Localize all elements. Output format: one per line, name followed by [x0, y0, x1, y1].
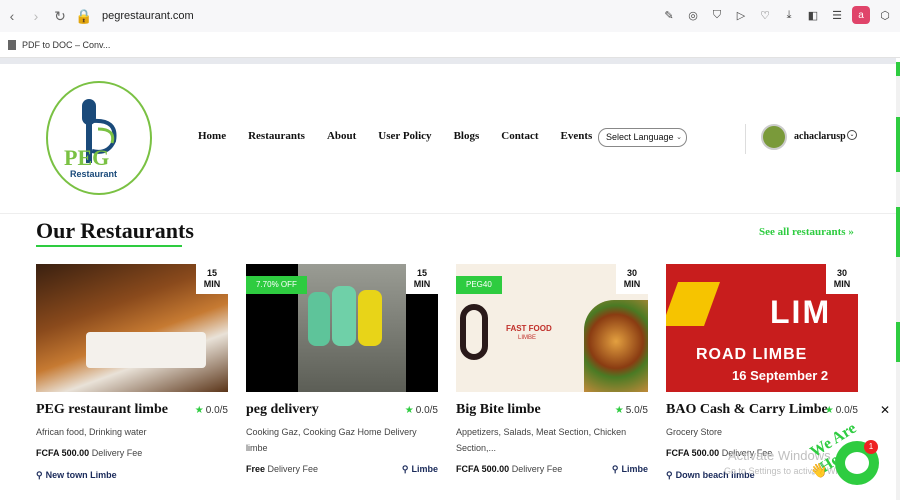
image-subtitle: LIMBE [518, 335, 537, 341]
bookmark-item[interactable]: PDF to DOC – Conv... [22, 40, 110, 50]
nav-restaurants[interactable]: Restaurants [248, 130, 305, 142]
restaurant-name[interactable]: peg delivery [246, 402, 319, 418]
play-icon[interactable]: ▷ [732, 6, 750, 24]
back-icon[interactable]: ‹ [0, 4, 24, 28]
gas-bottle [308, 292, 330, 346]
camera-icon[interactable]: ◎ [684, 6, 702, 24]
nav-home[interactable]: Home [198, 130, 226, 142]
rating: ★ 0.0/5 [404, 405, 438, 416]
cuisine-list: African food, Drinking water [36, 427, 147, 437]
chevron-down-icon[interactable]: ⌄ [847, 130, 857, 140]
restaurant-image[interactable]: LIM ROAD LIMBE 16 September 2 30 MIN [666, 264, 858, 392]
restaurant-name[interactable]: PEG restaurant limbe [36, 402, 168, 418]
delivery-fee: FCFA 500.00 Delivery Fee [36, 448, 143, 458]
image-date: 16 September 2 [732, 368, 829, 383]
delivery-time: 15 MIN [196, 264, 228, 294]
site-header: PEG Restaurant Home Restaurants About Us… [0, 64, 896, 214]
language-select[interactable]: Select Language ⌄ [598, 128, 687, 147]
restaurant-card[interactable]: FAST FOOD LIMBE PEG40 30 MIN Big Bite lim… [456, 264, 648, 474]
promo-badge: PEG40 [456, 276, 502, 294]
rating: ★ 0.0/5 [194, 405, 228, 416]
forward-icon[interactable]: › [24, 4, 48, 28]
nav-about[interactable]: About [327, 130, 356, 142]
title-underline [36, 245, 182, 247]
see-all-restaurants-link[interactable]: See all restaurants » [759, 226, 854, 238]
star-icon: ★ [614, 405, 624, 416]
logo-text: PEG [64, 145, 110, 170]
yellow-shape [666, 282, 721, 326]
nav-events[interactable]: Events [561, 130, 593, 142]
burger-photo [584, 300, 648, 392]
restaurant-image[interactable]: 15 MIN [36, 264, 228, 392]
chat-count-badge: 1 [864, 440, 878, 454]
double-chevron-right-icon: » [848, 226, 854, 238]
brand-mark [460, 304, 488, 360]
star-icon: ★ [404, 405, 414, 416]
chevron-down-icon: ⌄ [676, 134, 682, 141]
location-pin-icon: ⚲ [611, 464, 619, 474]
username[interactable]: achaclarusp [794, 131, 846, 142]
user-avatar[interactable] [761, 124, 787, 150]
divider [745, 124, 746, 154]
delivery-time: 30 MIN [616, 264, 648, 294]
restaurant-name[interactable]: Big Bite limbe [456, 402, 541, 418]
restaurant-image[interactable]: 7.70% OFF 15 MIN [246, 264, 438, 392]
reload-icon[interactable]: ↻ [48, 4, 72, 28]
document-icon [8, 39, 16, 50]
delivery-fee: Free Delivery Fee [246, 464, 319, 474]
extensions-icon[interactable]: ⬡ [876, 6, 894, 24]
delivery-time: 15 MIN [406, 264, 438, 294]
rating: ★ 5.0/5 [614, 405, 648, 416]
main-navigation: Home Restaurants About User Policy Blogs… [198, 130, 614, 142]
delivery-fee: FCFA 500.00 Delivery Fee [456, 464, 563, 474]
image-title: LIM [770, 294, 832, 330]
star-icon: ★ [194, 405, 204, 416]
star-icon: ★ [824, 405, 834, 416]
waving-hand-icon: 👋 [810, 462, 828, 478]
nav-user-policy[interactable]: User Policy [378, 130, 431, 142]
gas-bottle [358, 290, 382, 346]
language-select-value: Select Language [606, 132, 674, 142]
discount-badge: 7.70% OFF [246, 276, 307, 294]
bookmarks-bar: PDF to DOC – Conv... [0, 32, 900, 58]
menu-icon[interactable]: ☰ [828, 6, 846, 24]
browser-toolbar: ‹ › ↻ 🔒 pegrestaurant.com ✎ ◎ ⛉ ▷ ♡ ⤓ ◧ … [0, 0, 900, 32]
location-pin-icon: ⚲ [36, 470, 43, 480]
rating: ★ 0.0/5 [824, 405, 858, 416]
restaurant-name[interactable]: BAO Cash & Carry Limbe [666, 402, 828, 418]
location[interactable]: ⚲ Limbe [402, 464, 438, 475]
section-title: Our Restaurants [36, 218, 194, 243]
restaurant-card[interactable]: LIM ROAD LIMBE 16 September 2 30 MIN BAO … [666, 264, 858, 480]
location[interactable]: ⚲ Limbe [612, 464, 648, 475]
logo-subtitle: Restaurant [70, 169, 118, 179]
delivery-time: 30 MIN [826, 264, 858, 294]
profile-avatar[interactable]: a [852, 6, 870, 24]
plate [86, 332, 206, 368]
heart-icon[interactable]: ♡ [756, 6, 774, 24]
shield-icon[interactable]: ⛉ [708, 6, 726, 24]
chat-bubble-icon [845, 452, 869, 474]
nav-blogs[interactable]: Blogs [454, 130, 480, 142]
gas-bottle [332, 286, 356, 346]
scrollbar[interactable] [896, 62, 900, 500]
battery-icon[interactable]: ◧ [804, 6, 822, 24]
restaurant-card[interactable]: 7.70% OFF 15 MIN peg delivery ★ 0.0/5 Cook… [246, 264, 438, 474]
edit-icon[interactable]: ✎ [660, 6, 678, 24]
site-logo[interactable]: PEG Restaurant [46, 81, 152, 195]
cuisine-list: Appetizers, Salads, Meat Section, Chicke… [456, 427, 627, 453]
image-line: ROAD LIMBE [696, 346, 808, 363]
location-pin-icon: ⚲ [401, 464, 409, 474]
restaurant-image[interactable]: FAST FOOD LIMBE PEG40 30 MIN [456, 264, 648, 392]
location[interactable]: ⚲ New town Limbe [36, 470, 117, 481]
see-all-label: See all restaurants [759, 226, 846, 238]
download-icon[interactable]: ⤓ [780, 6, 798, 24]
image-title: FAST FOOD [506, 324, 552, 333]
restaurant-card[interactable]: 15 MIN PEG restaurant limbe ★ 0.0/5 Africa… [36, 264, 228, 480]
nav-contact[interactable]: Contact [501, 130, 538, 142]
address-bar[interactable]: pegrestaurant.com [102, 10, 194, 22]
cuisine-list: Cooking Gaz, Cooking Gaz Home Delivery l… [246, 427, 417, 453]
site-info-icon[interactable]: 🔒 [72, 4, 96, 28]
toolbar-icons: ✎ ◎ ⛉ ▷ ♡ ⤓ ◧ ☰ a ⬡ [660, 6, 894, 24]
location-pin-icon: ⚲ [666, 470, 673, 480]
